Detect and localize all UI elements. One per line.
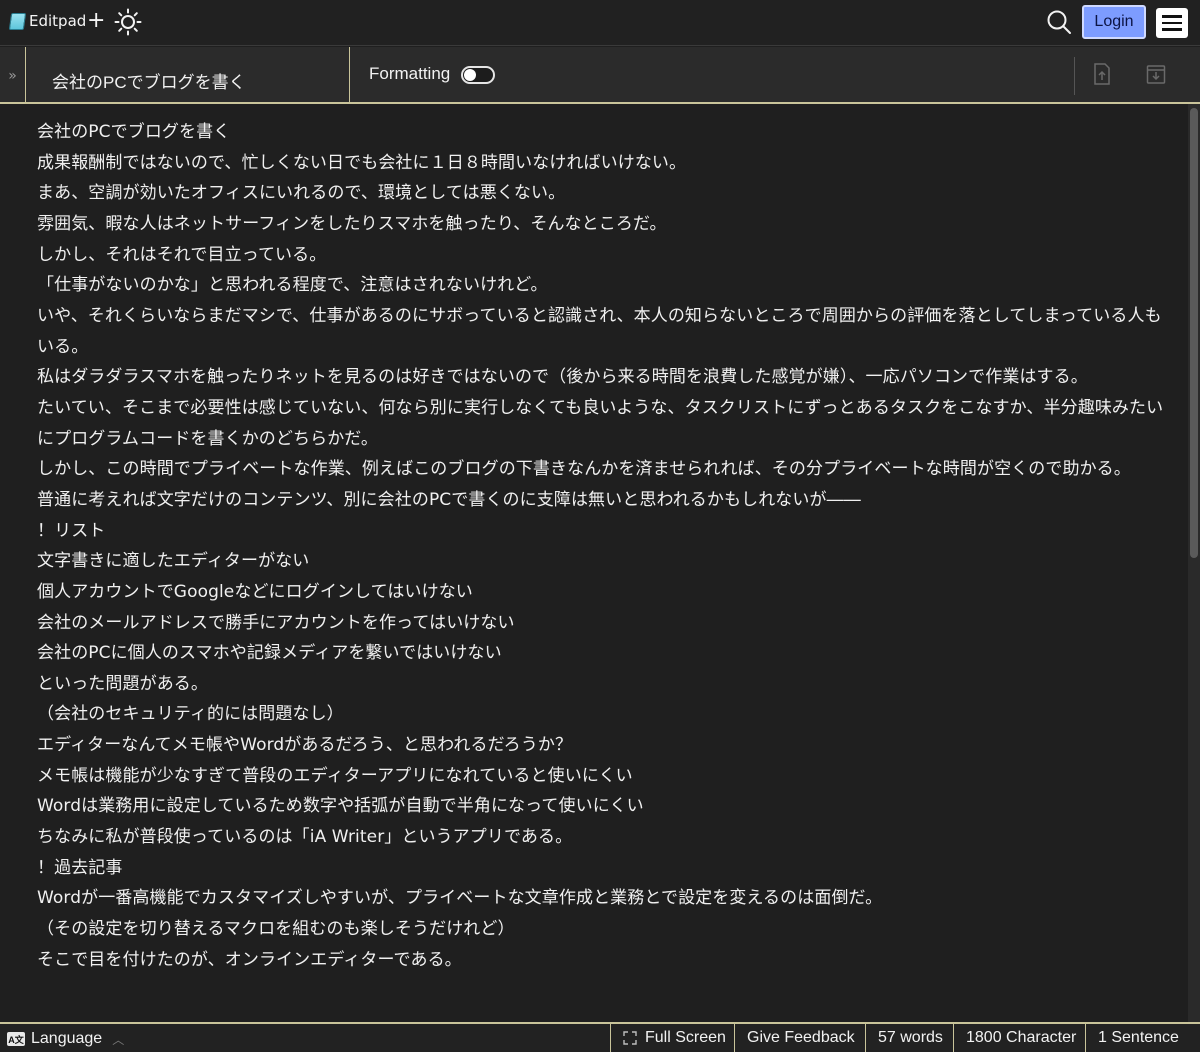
document-title-field[interactable]: 会社のPCでブログを書く (27, 47, 350, 104)
character-count: 1800 Character (953, 1024, 1088, 1052)
sidebar-expand-icon[interactable]: » (0, 47, 26, 104)
sentence-count: 1 Sentence (1085, 1024, 1191, 1052)
editpad-logo-icon (8, 12, 27, 30)
editor-line[interactable]: まあ、空調が効いたオフィスにいれるので、環境としては悪くない。 (37, 178, 1177, 209)
editor-scrollbar[interactable] (1188, 104, 1200, 1022)
theme-toggle-sun-icon[interactable] (114, 8, 142, 36)
document-toolbar: » 会社のPCでブログを書く Formatting (0, 47, 1200, 104)
editor-area[interactable]: 会社のPCでブログを書く 成果報酬制ではないので、忙しくない日でも会社に１日８時間… (0, 104, 1200, 1022)
editor-line[interactable]: 会社のPCに個人のスマホや記録メディアを繋いではいけない (37, 638, 1177, 669)
top-bar: Editpad + Login (0, 0, 1200, 46)
editor-line[interactable]: エディターなんてメモ帳やWordがあるだろう、と思われるだろうか？ (37, 730, 1177, 761)
editor-line[interactable]: 会社のPCでブログを書く (37, 117, 1177, 148)
upload-file-icon[interactable] (1092, 63, 1112, 85)
download-file-icon[interactable] (1146, 63, 1166, 85)
editor-line[interactable]: 普通に考えれば文字だけのコンテンツ、別に会社のPCで書くのに支障は無いと思われる… (37, 485, 1177, 516)
editor-line[interactable]: 「仕事がないのかな」と思われる程度で、注意はされないけれど。 (37, 270, 1177, 301)
formatting-toggle[interactable] (461, 66, 495, 84)
app-logo[interactable]: Editpad (8, 12, 87, 30)
editor-line[interactable]: しかし、それはそれで目立っている。 (37, 240, 1177, 271)
editor-line[interactable]: 成果報酬制ではないので、忙しくない日でも会社に１日８時間いなければいけない。 (37, 148, 1177, 179)
editor-line[interactable]: Wordが一番高機能でカスタマイズしやすいが、プライベートな文章作成と業務とで設… (37, 883, 1177, 914)
scrollbar-thumb[interactable] (1190, 108, 1198, 558)
status-bar: A文 Language ︿ Full Screen Give Feedback … (0, 1022, 1200, 1052)
editor-line[interactable]: 会社のメールアドレスで勝手にアカウントを作ってはいけない (37, 608, 1177, 639)
hamburger-menu-icon[interactable] (1156, 8, 1188, 38)
chevron-up-icon: ︿ (112, 1032, 125, 1047)
formatting-label: Formatting (369, 64, 451, 83)
editor-line[interactable]: ちなみに私が普段使っているのは「iA Writer」というアプリである。 (37, 822, 1177, 853)
editor-line[interactable]: いや、それくらいならまだマシで、仕事があるのにサボっていると認識され、本人の知ら… (37, 301, 1177, 362)
search-icon[interactable] (1046, 9, 1072, 35)
editor-line[interactable]: そこで目を付けたのが、オンラインエディターである。 (37, 945, 1177, 976)
fullscreen-icon (623, 1031, 637, 1045)
editor-line[interactable]: 文字書きに適したエディターがない (37, 546, 1177, 577)
language-icon: A文 (7, 1032, 25, 1046)
editor-line[interactable]: といった問題がある。 (37, 669, 1177, 700)
login-button[interactable]: Login (1082, 5, 1146, 39)
language-selector[interactable]: A文 Language ︿ (7, 1030, 124, 1048)
new-document-icon[interactable]: + (87, 8, 105, 34)
toolbar-divider (1074, 57, 1075, 95)
editor-line[interactable]: メモ帳は機能が少なすぎて普段のエディターアプリになれていると使いにくい (37, 761, 1177, 792)
give-feedback-button[interactable]: Give Feedback (734, 1024, 867, 1052)
editor-line[interactable]: ！過去記事 (37, 853, 1177, 884)
editor-line[interactable]: 私はダラダラスマホを触ったりネットを見るのは好きではないので（後から来る時間を浪… (37, 362, 1177, 393)
fullscreen-label: Full Screen (645, 1029, 726, 1046)
editor-line[interactable]: 個人アカウントでGoogleなどにログインしてはいけない (37, 577, 1177, 608)
fullscreen-button[interactable]: Full Screen (610, 1024, 738, 1052)
app-name: Editpad (29, 12, 87, 30)
editor-line[interactable]: たいてい、そこまで必要性は感じていない、何なら別に実行しなくても良いような、タス… (37, 393, 1177, 454)
editor-line[interactable]: Wordは業務用に設定しているため数字や括弧が自動で半角になって使いにくい (37, 791, 1177, 822)
editor-line[interactable]: 雰囲気、暇な人はネットサーフィンをしたりスマホを触ったり、そんなところだ。 (37, 209, 1177, 240)
language-label: Language (31, 1030, 103, 1047)
editor-line[interactable]: （会社のセキュリティ的には問題なし） (37, 699, 1177, 730)
word-count: 57 words (865, 1024, 955, 1052)
editor-line[interactable]: しかし、この時間でプライベートな作業、例えばこのブログの下書きなんかを済ませられ… (37, 454, 1177, 485)
editor-line[interactable]: （その設定を切り替えるマクロを組むのも楽しそうだけれど） (37, 914, 1177, 945)
editor-line[interactable]: ！リスト (37, 516, 1177, 547)
editor-text[interactable]: 会社のPCでブログを書く 成果報酬制ではないので、忙しくない日でも会社に１日８時間… (37, 117, 1177, 975)
